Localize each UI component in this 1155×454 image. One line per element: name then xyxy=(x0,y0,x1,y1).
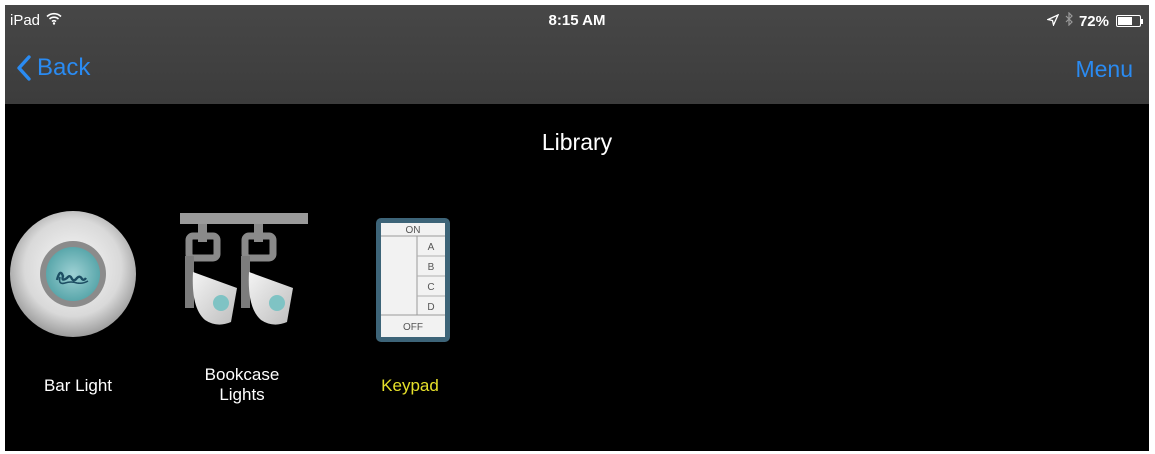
keypad-b-text: B xyxy=(428,262,435,273)
bar-light-label: Bar Light xyxy=(43,376,113,395)
keypad-c-text: C xyxy=(427,282,434,293)
top-chrome: iPad 8:15 AM 72% Back Menu xyxy=(5,5,1149,104)
library-item-keypad[interactable]: ON A B C D OFF Keypad xyxy=(335,210,485,425)
page-title: Library xyxy=(541,129,613,155)
keypad-on-text: ON xyxy=(406,225,421,236)
bookcase-lights-label-line-1: Bookcase xyxy=(204,365,280,384)
bluetooth-icon xyxy=(1064,11,1074,30)
track-lights-icon xyxy=(180,213,308,325)
keypad-off-text: OFF xyxy=(403,322,423,333)
app-screen: iPad 8:15 AM 72% Back Menu Library Bar L… xyxy=(5,5,1149,451)
battery-icon xyxy=(1114,15,1143,27)
chevron-left-icon xyxy=(17,55,31,81)
keypad-d-text: D xyxy=(427,302,434,313)
location-arrow-icon xyxy=(1045,13,1060,30)
clock: 8:15 AM xyxy=(548,12,606,29)
battery-percent: 72% xyxy=(1078,12,1109,30)
status-right: 72% xyxy=(1045,11,1143,30)
keypad-icon: ON A B C D OFF xyxy=(376,218,450,342)
keypad-a-text: A xyxy=(428,242,435,253)
bookcase-lights-label-line-2: Lights xyxy=(219,385,265,404)
back-label: Back xyxy=(37,54,91,81)
back-button[interactable]: Back xyxy=(17,54,90,82)
bookcase-lights-label: Bookcase Lights xyxy=(167,365,317,405)
bar-light-icon xyxy=(10,211,136,337)
keypad-label: Keypad xyxy=(381,376,439,395)
menu-button[interactable]: Menu xyxy=(1075,56,1133,83)
navigation-bar: Back Menu xyxy=(5,39,1149,104)
library-item-bar-light[interactable]: Bar Light xyxy=(5,210,153,425)
status-bar: iPad 8:15 AM 72% xyxy=(5,5,1149,39)
library-item-bookcase-lights[interactable]: Bookcase Lights xyxy=(167,210,317,425)
